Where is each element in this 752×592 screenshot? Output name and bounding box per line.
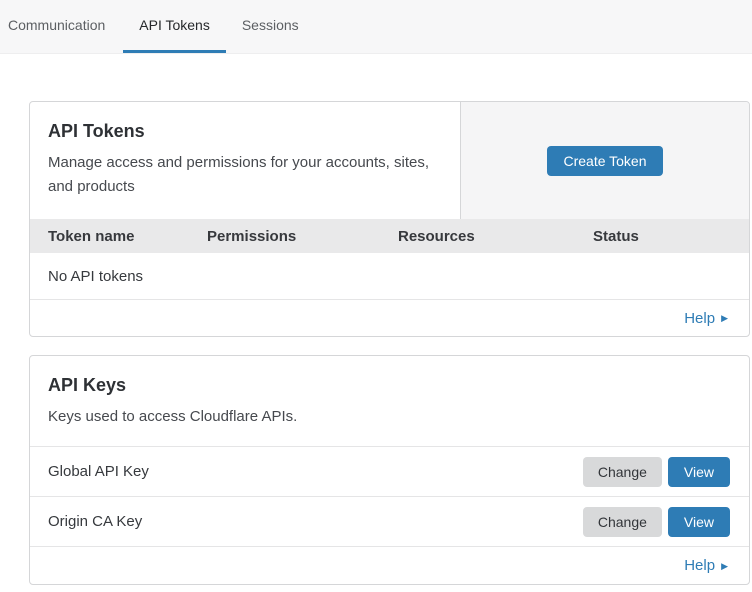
column-permissions: Permissions xyxy=(207,228,398,245)
page-content: API Tokens Manage access and permissions… xyxy=(0,54,752,585)
global-api-key-change-button[interactable]: Change xyxy=(583,457,662,487)
create-token-button[interactable]: Create Token xyxy=(547,146,662,176)
key-row-label: Global API Key xyxy=(48,463,583,480)
key-row-label: Origin CA Key xyxy=(48,513,583,530)
help-link-label: Help xyxy=(684,557,715,574)
api-tokens-header-text: API Tokens Manage access and permissions… xyxy=(30,102,460,219)
api-tokens-title: API Tokens xyxy=(48,121,442,142)
api-tokens-action-panel: Create Token xyxy=(460,102,749,219)
tokens-table-header: Token name Permissions Resources Status xyxy=(30,219,749,253)
tokens-empty-message: No API tokens xyxy=(48,268,143,285)
tab-bar: Communication API Tokens Sessions xyxy=(0,0,752,54)
column-token-name: Token name xyxy=(48,228,207,245)
column-status: Status xyxy=(593,228,749,245)
api-keys-footer: Help ▶ xyxy=(30,547,749,584)
api-keys-card: API Keys Keys used to access Cloudflare … xyxy=(29,355,750,585)
help-link-label: Help xyxy=(684,310,715,327)
api-tokens-description: Manage access and permissions for your a… xyxy=(48,151,442,199)
api-tokens-card: API Tokens Manage access and permissions… xyxy=(29,101,750,337)
api-tokens-help-link[interactable]: Help ▶ xyxy=(684,310,728,327)
origin-ca-key-view-button[interactable]: View xyxy=(668,507,730,537)
api-tokens-footer: Help ▶ xyxy=(30,300,749,336)
api-tokens-header: API Tokens Manage access and permissions… xyxy=(30,102,749,219)
api-keys-header: API Keys Keys used to access Cloudflare … xyxy=(30,356,749,447)
key-row-global-api-key: Global API Key Change View xyxy=(30,447,749,497)
api-keys-description: Keys used to access Cloudflare APIs. xyxy=(48,405,731,429)
tokens-empty-row: No API tokens xyxy=(30,253,749,300)
api-keys-title: API Keys xyxy=(48,375,731,396)
tab-sessions[interactable]: Sessions xyxy=(226,0,315,53)
column-resources: Resources xyxy=(398,228,593,245)
help-arrow-icon: ▶ xyxy=(721,314,728,323)
api-keys-help-link[interactable]: Help ▶ xyxy=(684,557,728,574)
help-arrow-icon: ▶ xyxy=(721,562,728,571)
tab-communication[interactable]: Communication xyxy=(8,0,121,53)
origin-ca-key-change-button[interactable]: Change xyxy=(583,507,662,537)
tab-api-tokens[interactable]: API Tokens xyxy=(123,0,226,53)
key-row-origin-ca-key: Origin CA Key Change View xyxy=(30,497,749,547)
global-api-key-view-button[interactable]: View xyxy=(668,457,730,487)
